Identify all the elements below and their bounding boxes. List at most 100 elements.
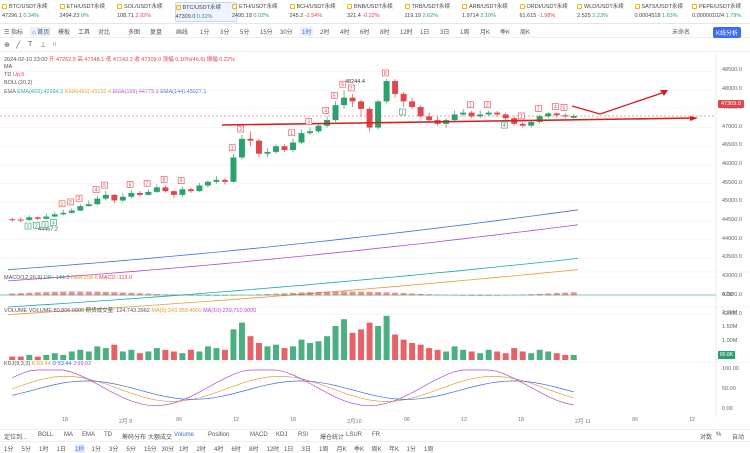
indicator-tab-11[interactable]: RSI bbox=[298, 432, 308, 438]
star-icon[interactable] bbox=[2, 4, 7, 10]
star-icon[interactable] bbox=[117, 4, 122, 10]
indicator-tab-10[interactable]: KDJ bbox=[276, 432, 287, 438]
ticker-3[interactable]: BTC/USDT永续 47309.0 0.32% bbox=[174, 2, 237, 22]
ticker-11[interactable]: SATS/USDT永续 0.0004518 1.63% bbox=[634, 2, 697, 22]
indicator-tab-7[interactable]: Volume bbox=[174, 432, 194, 438]
interval-9[interactable]: 8时 bbox=[380, 27, 389, 36]
bottom-interval-20[interactable]: 季K bbox=[354, 444, 364, 453]
interval-16[interactable]: 周K bbox=[520, 27, 530, 36]
tool-draw[interactable]: 画线 bbox=[176, 27, 188, 36]
interval-6[interactable]: 2时 bbox=[320, 27, 329, 36]
indicator-tab-13[interactable]: LSUR bbox=[346, 432, 362, 438]
interval-12[interactable]: 3日 bbox=[440, 27, 449, 36]
bottom-interval-18[interactable]: 1周 bbox=[319, 444, 328, 453]
bottom-interval-23[interactable]: 1分 bbox=[407, 444, 416, 453]
bottom-interval-16[interactable]: 1日 bbox=[284, 444, 293, 453]
indicator-button[interactable]: ☰ 指标 bbox=[4, 27, 23, 36]
indicator-tab-4[interactable]: TD bbox=[104, 432, 112, 438]
bottom-interval-6[interactable]: 3分 bbox=[109, 444, 118, 453]
macd-legend[interactable]: MACD(12,26,9) DIF: 144.3 DEA:258.6 MACD:… bbox=[4, 275, 132, 281]
trendline-icon[interactable]: ╱ bbox=[16, 41, 20, 49]
volume-legend[interactable]: VOLUME VOLUME:80,806.0000 期货成交量: 124,743… bbox=[4, 306, 256, 314]
bottom-interval-15[interactable]: 12时 bbox=[267, 444, 280, 453]
star-icon[interactable] bbox=[347, 4, 352, 10]
candlestick-chart[interactable]: 48244.444457.21 2 3 41 2345 6 78 912134567811 24… bbox=[0, 52, 750, 429]
indicator-tab-0[interactable]: 定位到... bbox=[4, 432, 27, 441]
bottom-interval-10[interactable]: 1时 bbox=[179, 444, 188, 453]
ticker-5[interactable]: BCH/USDT永续 245.2 -2.54% bbox=[289, 2, 352, 22]
interval-4[interactable]: 30分 bbox=[280, 27, 293, 36]
interval-7[interactable]: 4时 bbox=[340, 27, 349, 36]
interval-0[interactable]: 1分 bbox=[200, 27, 209, 36]
interval-3[interactable]: 15分 bbox=[260, 27, 273, 36]
interval-2[interactable]: 5分 bbox=[240, 27, 249, 36]
star-icon[interactable] bbox=[59, 4, 65, 10]
star-icon[interactable] bbox=[634, 4, 640, 10]
tool-tools[interactable]: 工具 bbox=[78, 27, 90, 36]
bottom-interval-0[interactable]: 1分 bbox=[4, 444, 13, 453]
account-dropdown[interactable]: 未命名 bbox=[672, 27, 690, 36]
bottom-interval-11[interactable]: 2时 bbox=[197, 444, 206, 453]
bottom-interval-1[interactable]: 5分 bbox=[22, 444, 31, 453]
indicator-tab-5[interactable]: 筹码分布 bbox=[122, 432, 146, 441]
tool-multi[interactable]: 多图 bbox=[128, 27, 140, 36]
star-icon[interactable] bbox=[692, 4, 697, 10]
indicator-tab-12[interactable]: 爆仓统计 bbox=[320, 432, 344, 441]
interval-5[interactable]: 1时 bbox=[300, 27, 314, 36]
tool-replay[interactable]: 复盘 bbox=[150, 27, 162, 36]
indicator-tab-9[interactable]: MACD bbox=[250, 432, 268, 438]
text-icon[interactable]: T bbox=[28, 41, 32, 48]
home-button[interactable]: ⌂ 首页 bbox=[30, 27, 52, 36]
kline-analysis-button[interactable]: K线分析 bbox=[713, 27, 742, 38]
bottom-interval-4[interactable]: 1秒 bbox=[74, 444, 86, 453]
indicator-tab-1[interactable]: BOLL bbox=[38, 432, 53, 438]
kdj-legend[interactable]: KDJ(9,3,3) K:69.44 D:53.44 J:99.02 bbox=[4, 361, 91, 367]
bottom-interval-3[interactable]: 1日 bbox=[57, 444, 66, 453]
axis-option-0[interactable]: 对数 bbox=[700, 432, 712, 441]
interval-1[interactable]: 3分 bbox=[220, 27, 229, 36]
bottom-interval-7[interactable]: 5分 bbox=[127, 444, 136, 453]
ticker-10[interactable]: WLD/USDT永续 2.525 2.23% bbox=[577, 2, 639, 22]
bottom-interval-21[interactable]: 周K bbox=[372, 444, 382, 453]
ticker-2[interactable]: SOL/USDT永续 108.71 2.92% bbox=[117, 2, 179, 22]
ticker-8[interactable]: ARB/USDT永续 1.9714 2.10% bbox=[462, 2, 524, 22]
star-icon[interactable] bbox=[462, 4, 467, 10]
ruler-icon[interactable]: ⊥ bbox=[40, 41, 46, 49]
star-icon[interactable] bbox=[175, 5, 181, 11]
ticker-4[interactable]: ETH/USDT永续 2495.18 0.02% bbox=[232, 2, 294, 22]
ticker-7[interactable]: TRB/USDT永续 119.19 2.62% bbox=[404, 2, 467, 22]
interval-11[interactable]: 1日 bbox=[420, 27, 429, 36]
ticker-9[interactable]: ORDI/USDT永续 61.615 -1.98% bbox=[519, 2, 582, 22]
star-icon[interactable] bbox=[289, 4, 295, 10]
interval-15[interactable]: 季K bbox=[500, 27, 510, 36]
interval-8[interactable]: 6时 bbox=[360, 27, 369, 36]
ticker-12[interactable]: PEPE/USDT永续 0.000001024 1.79% bbox=[692, 2, 750, 22]
indicator-tab-3[interactable]: EMA bbox=[82, 432, 95, 438]
bottom-interval-13[interactable]: 6时 bbox=[232, 444, 241, 453]
axis-option-1[interactable]: % bbox=[716, 432, 721, 438]
ticker-1[interactable]: ETH/USDT永续 2494.23 0% bbox=[59, 2, 122, 22]
tool-compare[interactable]: 对比 bbox=[98, 27, 110, 36]
tool-template[interactable]: 模板 bbox=[58, 27, 70, 36]
bottom-interval-14[interactable]: 8时 bbox=[249, 444, 258, 453]
crosshair-icon[interactable]: ⊕ bbox=[4, 41, 10, 49]
indicator-tab-6[interactable]: 大额成交 bbox=[148, 432, 172, 441]
star-icon[interactable] bbox=[404, 4, 410, 10]
bottom-interval-17[interactable]: 3日 bbox=[302, 444, 311, 453]
bottom-interval-12[interactable]: 4时 bbox=[214, 444, 223, 453]
star-icon[interactable] bbox=[577, 4, 582, 10]
bottom-interval-5[interactable]: 1分 bbox=[92, 444, 101, 453]
interval-14[interactable]: 月K bbox=[480, 27, 490, 36]
star-icon[interactable] bbox=[232, 4, 237, 10]
bottom-interval-2[interactable]: 1时 bbox=[39, 444, 48, 453]
indicator-tab-8[interactable]: Position bbox=[208, 432, 229, 438]
axis-option-2[interactable]: 自动 bbox=[732, 432, 744, 441]
indicator-tab-2[interactable]: MA bbox=[64, 432, 73, 438]
ticker-6[interactable]: BNB/USDT永续 321.4 -0.22% bbox=[347, 2, 409, 22]
bottom-interval-8[interactable]: 15分 bbox=[144, 444, 157, 453]
star-icon[interactable] bbox=[519, 4, 525, 10]
indicator-tab-14[interactable]: FR bbox=[372, 432, 380, 438]
bottom-interval-24[interactable]: 1周 bbox=[424, 444, 433, 453]
ticker-0[interactable]: BTC/USDT永续 47296.1 0.34% bbox=[2, 2, 64, 22]
interval-13[interactable]: 1周 bbox=[460, 27, 469, 36]
